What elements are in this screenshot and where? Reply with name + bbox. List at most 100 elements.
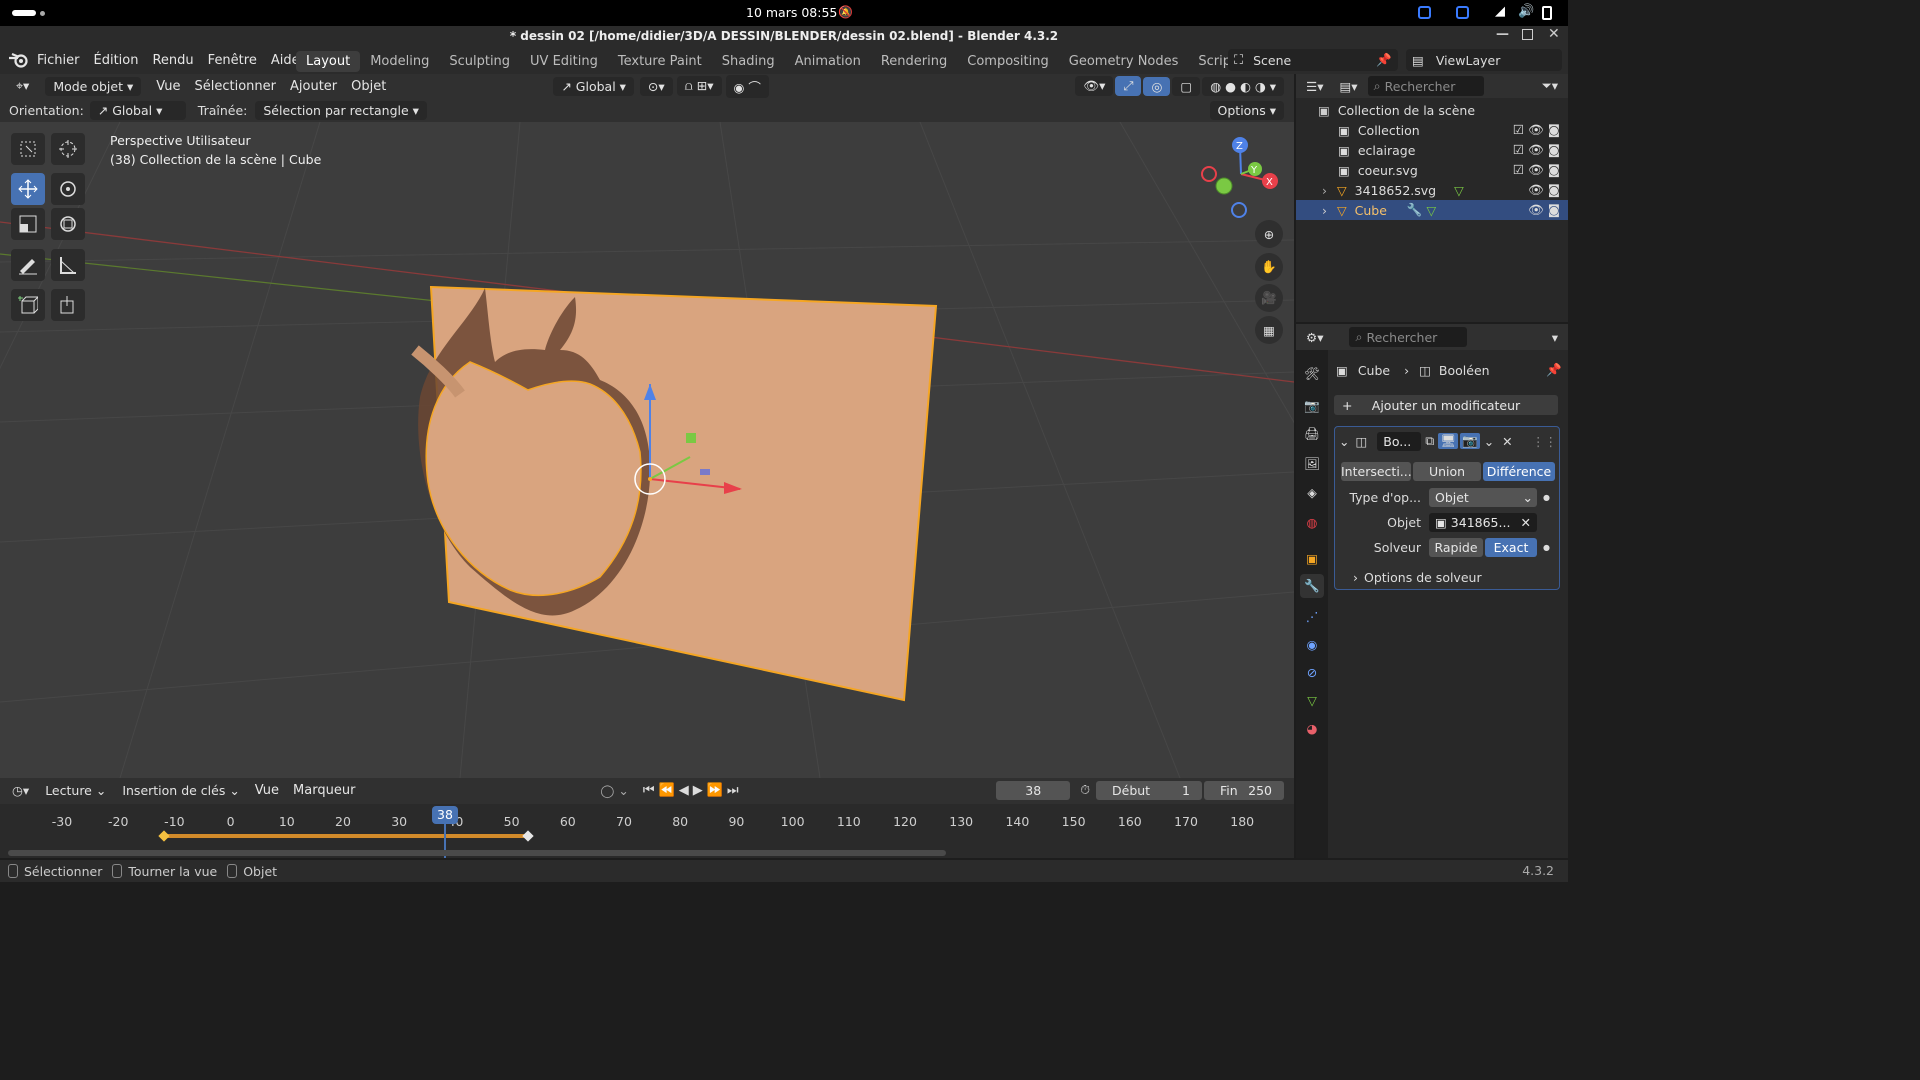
viewport-toggle-icon[interactable]: 🖥 (1438, 433, 1459, 449)
xray-icon[interactable]: ▢ (1172, 76, 1201, 96)
add-modifier-button[interactable]: + Ajouter un modificateur (1334, 395, 1558, 415)
object-field[interactable]: ▣ 341865... ✕ (1429, 512, 1537, 532)
camera-icon[interactable]: 🎥 (1255, 284, 1283, 312)
view-layer-name[interactable]: ViewLayer (1436, 53, 1501, 68)
data-tab-icon[interactable]: ▽ (1300, 688, 1324, 712)
rotate-tool[interactable] (51, 173, 85, 205)
transform-tool[interactable] (51, 208, 85, 240)
overlay-toggle-icon[interactable]: ◎ (1143, 76, 1171, 96)
checkbox-visibility-camera-icons[interactable]: ☑ 👁 ◙ (1513, 122, 1560, 138)
gizmo-toggle-icon[interactable]: ⤢ (1115, 76, 1142, 96)
outliner-item-cube[interactable]: › ▽ Cube 🔧 ▽ 👁 ◙ (1296, 200, 1568, 220)
intersect-button[interactable]: Intersecti... (1341, 461, 1412, 481)
menu-render[interactable]: Rendu (145, 53, 200, 68)
tab-uv-editing[interactable]: UV Editing (520, 51, 608, 72)
object-tab-icon[interactable]: ▣ (1300, 546, 1324, 570)
current-frame-field[interactable]: 38 (996, 780, 1071, 800)
menu-add[interactable]: Ajouter (283, 79, 344, 94)
outliner-editor-icon[interactable]: ☰▾ (1306, 79, 1323, 94)
keying-dropdown[interactable]: Insertion de clés ⌄ (114, 781, 247, 800)
timer-icon[interactable]: ⏱ (1080, 782, 1090, 798)
chevron-down-icon[interactable]: ⌄ (1484, 434, 1494, 449)
end-frame-field[interactable]: Fin 250 (1204, 780, 1284, 800)
filter-icon[interactable]: ⏷▾ (1542, 78, 1558, 94)
timeline-view-menu[interactable]: Vue (248, 783, 286, 798)
chevron-down-icon[interactable]: ⌄ (1339, 434, 1349, 449)
solver-exact-button[interactable]: Exact (1485, 537, 1537, 557)
volume-icon[interactable]: 🔊 (1518, 4, 1534, 19)
outliner-item-eclairage[interactable]: ▣ eclairage ☑ 👁 ◙ (1296, 140, 1568, 160)
scale-tool[interactable] (11, 208, 45, 240)
drag-dropdown[interactable]: Sélection par rectangle ▾ (255, 100, 427, 120)
scene-icon[interactable]: ⛶ (1234, 53, 1243, 68)
maximize-button[interactable] (1522, 29, 1533, 40)
options-dropdown[interactable]: Options ▾ (1209, 100, 1284, 120)
playhead[interactable]: 38 (432, 806, 458, 824)
visibility-camera-icons[interactable]: 👁 ◙ (1528, 182, 1560, 198)
tab-geometry-nodes[interactable]: Geometry Nodes (1059, 51, 1189, 72)
navigation-gizmo[interactable]: Z Y X (1196, 134, 1286, 224)
playback-dropdown[interactable]: Lecture ⌄ (37, 781, 114, 800)
tab-compositing[interactable]: Compositing (957, 51, 1059, 72)
menu-object[interactable]: Objet (344, 79, 393, 94)
difference-button[interactable]: Différence (1483, 461, 1555, 481)
properties-editor-icon[interactable]: ⚙▾ (1306, 330, 1323, 345)
world-tab-icon[interactable]: ◍ (1300, 510, 1324, 534)
add-cube-tool[interactable] (11, 289, 45, 321)
output-tab-icon[interactable]: 🖨 (1300, 422, 1324, 446)
checkbox-visibility-camera-icons[interactable]: ☑ 👁 ◙ (1513, 142, 1560, 158)
tab-sculpting[interactable]: Sculpting (439, 51, 520, 72)
chevron-right-icon[interactable]: › (1322, 203, 1327, 218)
blender-logo-icon[interactable] (8, 52, 30, 68)
grid-view-icon[interactable]: ▦ (1255, 316, 1283, 344)
proportional-edit-icon[interactable]: ◉ ⌒ (725, 74, 769, 98)
add-primitive-tool[interactable] (51, 289, 85, 321)
keyframe-dot-icon[interactable]: ● (1543, 543, 1550, 552)
battery-icon[interactable] (1542, 6, 1552, 20)
union-button[interactable]: Union (1413, 461, 1481, 481)
render-tab-icon[interactable]: 📷 (1300, 394, 1324, 418)
minimize-button[interactable]: — (1496, 27, 1509, 42)
display-mode-icon[interactable]: ▤▾ (1339, 79, 1357, 94)
chevron-down-icon[interactable]: ▾ (1552, 330, 1558, 345)
zoom-icon[interactable]: ⊕ (1255, 220, 1283, 248)
visibility-camera-icons[interactable]: 👁 ◙ (1528, 202, 1560, 218)
menu-file[interactable]: Fichier (30, 53, 87, 68)
scene-name[interactable]: Scene (1253, 53, 1291, 68)
shading-modes-icon[interactable]: ◍ ● ◐ ◑ ▾ (1202, 76, 1284, 96)
tab-modeling[interactable]: Modeling (360, 51, 439, 72)
wifi-icon[interactable]: ◢ (1495, 4, 1505, 19)
app-indicator-icon[interactable] (1456, 6, 1469, 19)
outliner-search-input[interactable]: ⌕ Rechercher (1367, 76, 1484, 96)
orientation-dropdown[interactable]: ↗ Global ▾ (89, 100, 186, 120)
clear-icon[interactable]: ✕ (1521, 515, 1531, 530)
system-clock[interactable]: 10 mars 08:55 (746, 5, 837, 20)
drag-handle-icon[interactable]: ⋮⋮ (1532, 434, 1557, 449)
visibility-icon[interactable]: 👁▾ (1075, 76, 1114, 96)
constraints-tab-icon[interactable]: ⊘ (1300, 660, 1324, 684)
scene-tab-icon[interactable]: ◈ (1300, 480, 1324, 504)
tab-texture-paint[interactable]: Texture Paint (608, 51, 712, 72)
outliner-item-coeur[interactable]: ▣ coeur.svg ☑ 👁 ◙ (1296, 160, 1568, 180)
timeline-marker-menu[interactable]: Marqueur (286, 783, 362, 798)
playback-controls[interactable]: ⏮⏪◀▶⏩⏭ (643, 783, 743, 798)
menu-view[interactable]: Vue (149, 79, 187, 94)
operand-type-dropdown[interactable]: Objet ⌄ (1429, 487, 1537, 507)
chevron-right-icon[interactable]: › (1322, 183, 1327, 198)
view-layer-tab-icon[interactable]: 🖼 (1300, 452, 1324, 476)
editmode-toggle-icon[interactable]: ⧉ (1425, 433, 1434, 449)
pan-hand-icon[interactable]: ✋ (1255, 253, 1283, 281)
menu-edit[interactable]: Édition (87, 53, 146, 68)
solver-options-subpanel[interactable]: › Options de solveur (1353, 568, 1553, 586)
keyframe-dot-icon[interactable]: ● (1543, 493, 1550, 502)
tool-tab-icon[interactable]: 🛠 (1300, 362, 1324, 386)
outliner-item-3418652[interactable]: › ▽ 3418652.svg ▽ 👁 ◙ (1296, 180, 1568, 200)
outliner-root[interactable]: ▣ Collection de la scène (1296, 100, 1568, 120)
render-toggle-icon[interactable]: 📷 (1460, 433, 1480, 449)
tab-rendering[interactable]: Rendering (871, 51, 957, 72)
close-button[interactable]: ✕ (1548, 26, 1560, 42)
cursor-tool[interactable] (51, 133, 85, 165)
pin-icon[interactable]: 📌 (1546, 362, 1562, 378)
modifier-name-field[interactable]: Bo... (1377, 431, 1422, 451)
select-box-tool[interactable] (11, 133, 45, 165)
